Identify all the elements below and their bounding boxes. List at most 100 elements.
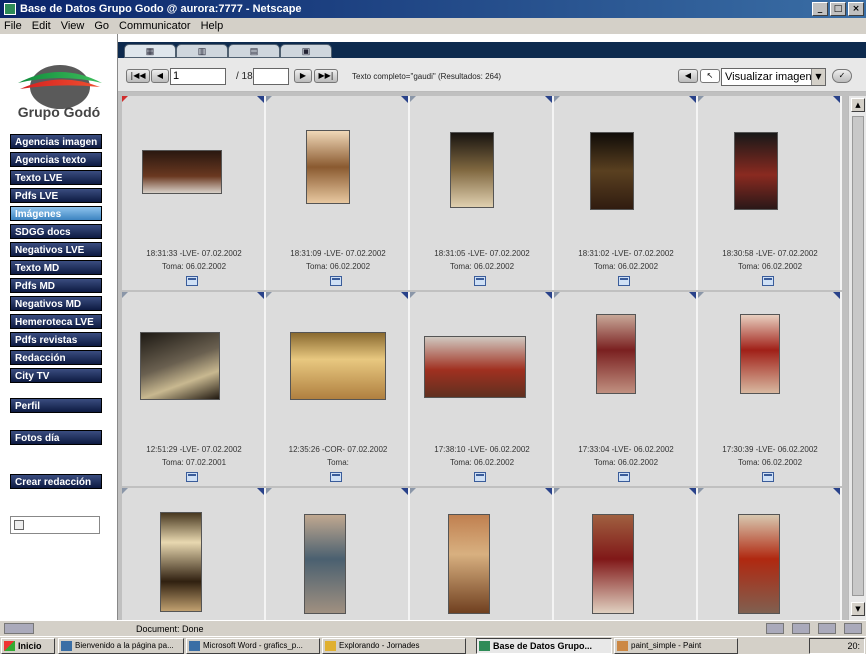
minimize-button[interactable]: _ <box>812 2 828 16</box>
thumbnail-image[interactable] <box>448 514 490 614</box>
window-icon[interactable] <box>618 276 630 286</box>
window-icon[interactable] <box>474 276 486 286</box>
select-corner-icon[interactable] <box>545 488 552 495</box>
sidebar-item-8[interactable]: Pdfs MD <box>10 278 102 293</box>
task-paint[interactable]: paint_simple - Paint <box>614 638 738 654</box>
menu-view[interactable]: View <box>61 20 85 32</box>
result-cell[interactable]: 12:35:26 -COR- 07.02.2002 Toma: <box>266 292 410 486</box>
sidebar-item-7[interactable]: Texto MD <box>10 260 102 275</box>
window-icon[interactable] <box>330 276 342 286</box>
window-icon[interactable] <box>618 472 630 482</box>
result-cell[interactable]: 18:31:05 -LVE- 07.02.2002 Toma: 06.02.200… <box>410 96 554 290</box>
select-corner-icon[interactable] <box>401 488 408 495</box>
menu-go[interactable]: Go <box>94 20 109 32</box>
sidebar-item-13[interactable]: City TV <box>10 368 102 383</box>
task-explorer[interactable]: Explorando - Jornades <box>322 638 466 654</box>
prev-page-button[interactable]: ◀ <box>151 69 169 83</box>
thumbnail-image[interactable] <box>734 132 778 210</box>
result-cell[interactable] <box>266 488 410 620</box>
last-page-button[interactable]: ▶▶| <box>314 69 338 83</box>
menu-file[interactable]: File <box>4 20 22 32</box>
select-corner-icon[interactable] <box>689 292 696 299</box>
sidebar-item-4[interactable]: Imágenes <box>10 206 102 221</box>
next-page-button[interactable]: ▶ <box>294 69 312 83</box>
result-cell[interactable]: 12:51:29 -LVE- 07.02.2002 Toma: 07.02.200… <box>122 292 266 486</box>
tab-list-view[interactable]: ▥ <box>176 44 228 58</box>
task-netscape[interactable]: Base de Datos Grupo... <box>476 638 612 654</box>
discussion-icon[interactable] <box>844 623 862 634</box>
select-corner-icon[interactable] <box>545 96 552 103</box>
select-corner-icon[interactable] <box>401 96 408 103</box>
fotos-dia-button[interactable]: Fotos día <box>10 430 102 445</box>
select-corner-icon[interactable] <box>545 292 552 299</box>
thumbnail-image[interactable] <box>740 314 780 394</box>
select-corner-icon[interactable] <box>833 488 840 495</box>
menu-help[interactable]: Help <box>201 20 224 32</box>
sidebar-item-9[interactable]: Negativos MD <box>10 296 102 311</box>
thumbnail-image[interactable] <box>290 332 386 400</box>
tab-grid-view[interactable]: ▦ <box>124 44 176 58</box>
window-icon[interactable] <box>474 472 486 482</box>
sidebar-item-3[interactable]: Pdfs LVE <box>10 188 102 203</box>
confirm-icon[interactable]: ✓ <box>832 69 852 83</box>
sidebar-input[interactable] <box>10 516 100 534</box>
clock[interactable]: 20: <box>847 641 860 651</box>
thumbnail-image[interactable] <box>592 514 634 614</box>
result-cell[interactable]: 18:31:02 -LVE- 07.02.2002 Toma: 06.02.200… <box>554 96 698 290</box>
select-corner-icon[interactable] <box>257 488 264 495</box>
chevron-down-icon[interactable]: ▼ <box>811 69 825 85</box>
window-icon[interactable] <box>186 472 198 482</box>
result-cell[interactable] <box>554 488 698 620</box>
thumbnail-image[interactable] <box>306 130 350 204</box>
result-cell[interactable] <box>122 488 266 620</box>
result-cell[interactable]: 17:33:04 -LVE- 06.02.2002 Toma: 06.02.200… <box>554 292 698 486</box>
first-page-button[interactable]: |◀◀ <box>126 69 150 83</box>
vertical-scrollbar[interactable]: ▲ ▼ <box>848 96 866 620</box>
thumbnail-image[interactable] <box>590 132 634 210</box>
scroll-up-icon[interactable]: ▲ <box>851 98 865 112</box>
window-icon[interactable] <box>762 472 774 482</box>
task-bienvenido[interactable]: Bienvenido a la página pa... <box>58 638 184 654</box>
perfil-button[interactable]: Perfil <box>10 398 102 413</box>
mail-icon[interactable] <box>792 623 810 634</box>
sidebar-item-5[interactable]: SDGG docs <box>10 224 102 239</box>
thumbnail-image[interactable] <box>304 514 346 614</box>
security-icon[interactable] <box>4 623 34 634</box>
sidebar-item-12[interactable]: Redacción <box>10 350 102 365</box>
select-corner-icon[interactable] <box>257 96 264 103</box>
thumbnail-image[interactable] <box>424 336 526 398</box>
select-corner-icon[interactable] <box>689 488 696 495</box>
select-corner-icon[interactable] <box>689 96 696 103</box>
result-cell[interactable]: 18:30:58 -LVE- 07.02.2002 Toma: 06.02.200… <box>698 96 842 290</box>
pointer-icon[interactable]: ↖ <box>700 69 720 83</box>
window-icon[interactable] <box>762 276 774 286</box>
page-number-input[interactable]: 1 <box>170 68 226 85</box>
sidebar-item-0[interactable]: Agencias imagen <box>10 134 102 149</box>
select-corner-icon[interactable] <box>833 96 840 103</box>
crear-redaccion-button[interactable]: Crear redacción <box>10 474 102 489</box>
select-corner-icon[interactable] <box>401 292 408 299</box>
thumbnail-image[interactable] <box>738 514 780 614</box>
result-cell[interactable]: 18:31:33 -LVE- 07.02.2002 Toma: 06.02.200… <box>122 96 266 290</box>
thumbnail-image[interactable] <box>140 332 220 400</box>
composer-icon[interactable] <box>818 623 836 634</box>
result-cell[interactable]: 17:30:39 -LVE- 06.02.2002 Toma: 06.02.200… <box>698 292 842 486</box>
result-cell[interactable] <box>698 488 842 620</box>
thumbnail-image[interactable] <box>142 150 222 194</box>
prev-image-icon[interactable]: ◀ <box>678 69 698 83</box>
result-cell[interactable] <box>410 488 554 620</box>
scroll-down-icon[interactable]: ▼ <box>851 602 865 616</box>
tab-detail-view[interactable]: ▤ <box>228 44 280 58</box>
sidebar-item-10[interactable]: Hemeroteca LVE <box>10 314 102 329</box>
start-button[interactable]: Inicio <box>1 638 55 654</box>
thumbnail-image[interactable] <box>160 512 202 612</box>
navigator-icon[interactable] <box>766 623 784 634</box>
sidebar-item-11[interactable]: Pdfs revistas <box>10 332 102 347</box>
result-cell[interactable]: 17:38:10 -LVE- 06.02.2002 Toma: 06.02.200… <box>410 292 554 486</box>
window-icon[interactable] <box>186 276 198 286</box>
scroll-thumb[interactable] <box>852 116 864 596</box>
thumbnail-image[interactable] <box>596 314 636 394</box>
select-corner-icon[interactable] <box>833 292 840 299</box>
sidebar-item-2[interactable]: Texto LVE <box>10 170 102 185</box>
window-icon[interactable] <box>330 472 342 482</box>
